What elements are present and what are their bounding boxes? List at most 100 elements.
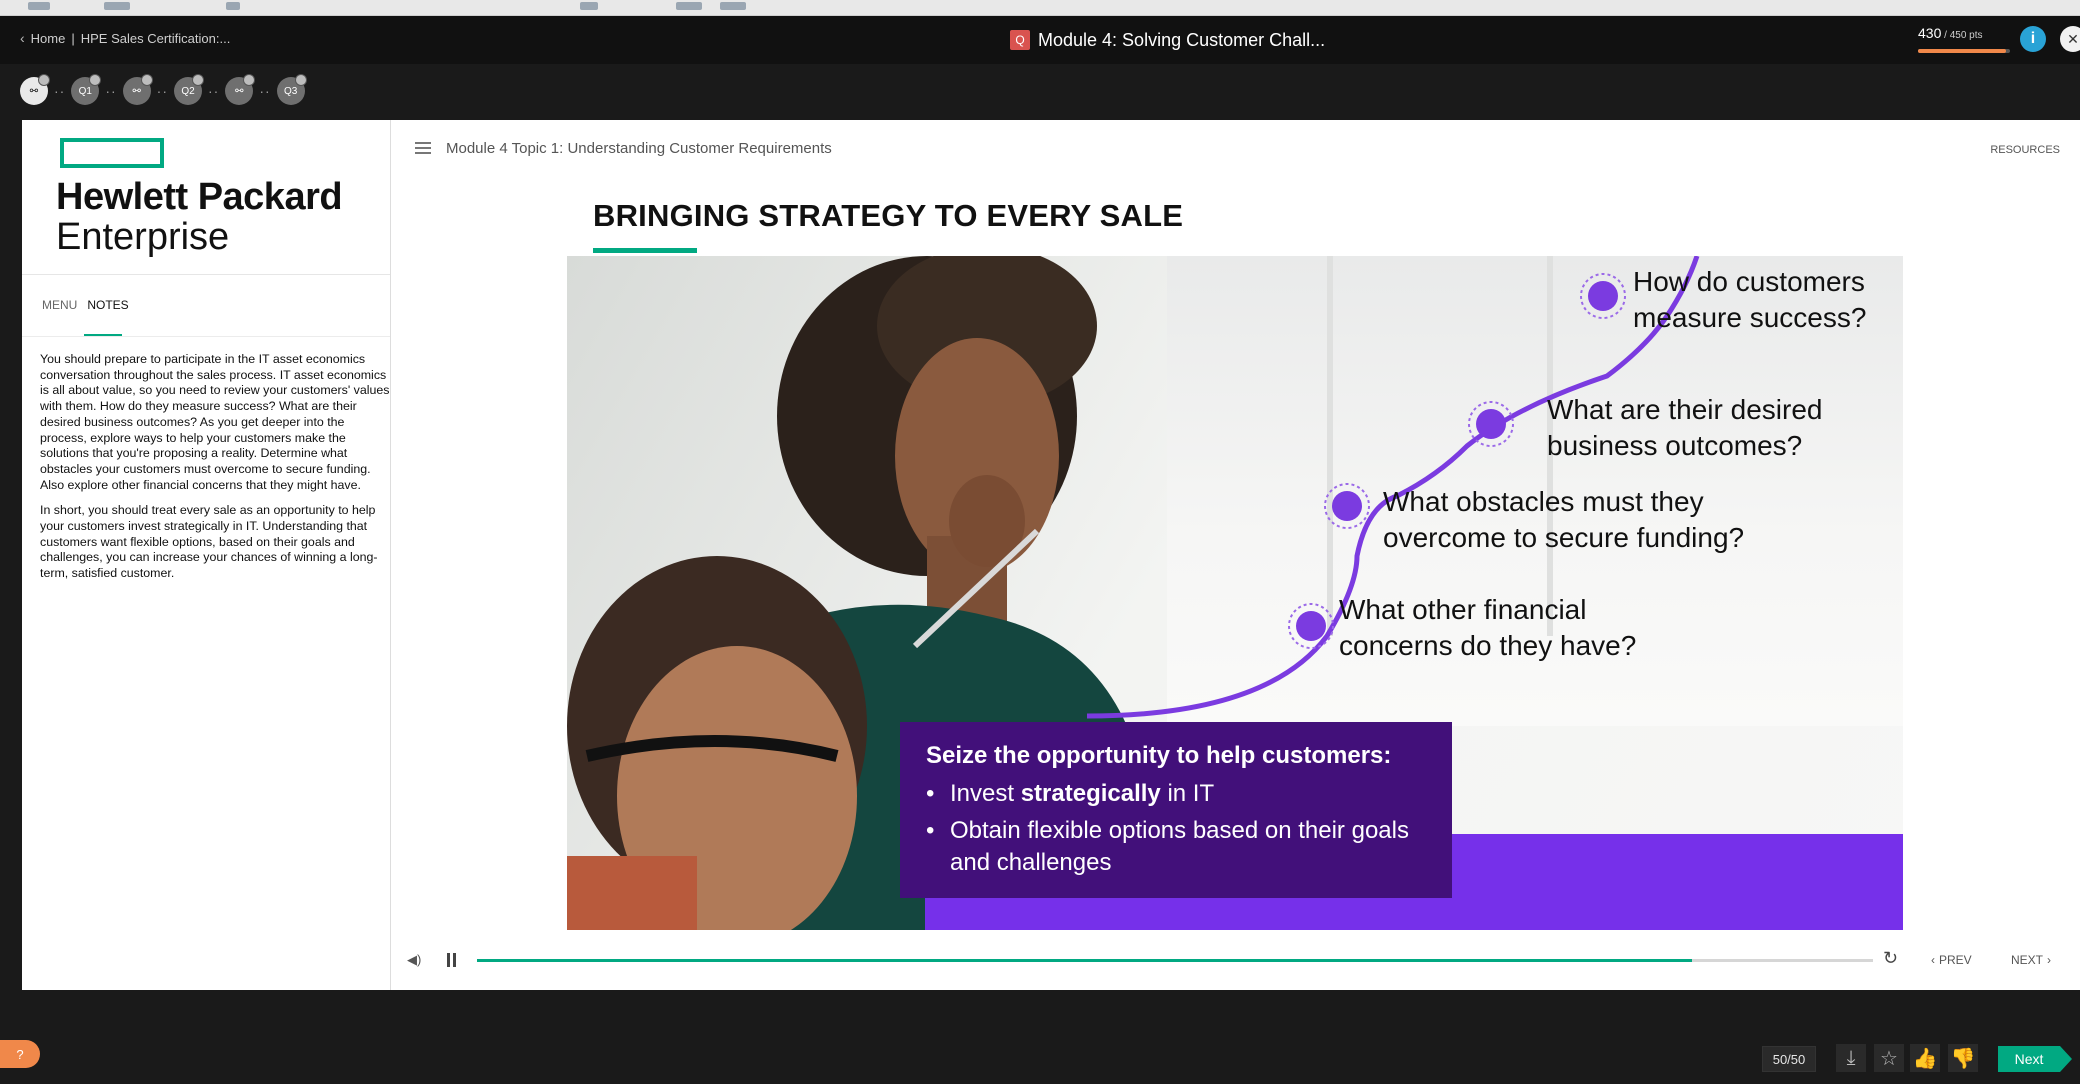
prev-label: PREV — [1939, 953, 1972, 967]
node-label: ⚯ — [235, 85, 244, 97]
hpe-logo-rectangle — [60, 138, 164, 168]
next-button[interactable]: Next — [1998, 1046, 2072, 1072]
question-line: overcome to secure funding? — [1383, 522, 1745, 553]
browser-icon[interactable] — [580, 2, 598, 10]
progress-node[interactable]: Q2 — [173, 74, 204, 105]
points-progress-bar — [1918, 49, 2010, 53]
pause-icon[interactable] — [447, 953, 459, 967]
question-3: What obstacles must they overcome to sec… — [1383, 484, 1744, 556]
question-line: What other financial — [1339, 594, 1587, 625]
progress-node[interactable]: ⚯ — [122, 74, 153, 105]
tab-menu[interactable]: MENU — [42, 298, 77, 312]
heading-underline — [593, 248, 697, 253]
playback-scrubber[interactable] — [477, 959, 1873, 962]
volume-icon[interactable]: ◀) — [407, 952, 423, 968]
thumbs-down-icon[interactable]: 👎 — [1948, 1044, 1978, 1072]
left-tabs: MENU NOTES — [42, 298, 129, 312]
prev-button[interactable]: ‹ PREV — [1931, 953, 1972, 967]
home-link[interactable]: Home — [31, 31, 66, 46]
milestone-dot — [1580, 273, 1626, 319]
progress-node[interactable]: Q3 — [276, 74, 307, 105]
points-indicator: 430 / 450 pts — [1918, 25, 2010, 53]
progress-node[interactable]: Q1 — [71, 74, 102, 105]
notes-paragraph: You should prepare to participate in the… — [40, 352, 390, 492]
course-header: ‹ Home | HPE Sales Certification:... Q M… — [0, 16, 2080, 64]
node-label: ⚯ — [132, 85, 141, 97]
notes-text: You should prepare to participate in the… — [40, 352, 390, 592]
browser-toolbar-strip — [0, 0, 2080, 16]
callout-bullet: Invest strategically in IT — [926, 778, 1452, 810]
points-progress-fill — [1918, 49, 2006, 53]
thumbs-up-icon[interactable]: 👍 — [1910, 1044, 1940, 1072]
hamburger-menu-icon[interactable] — [415, 142, 431, 154]
chat-bubble-icon[interactable]: ? — [0, 1040, 40, 1068]
module-badge: Q — [1010, 30, 1030, 50]
slide-heading: BRINGING STRATEGY TO EVERY SALE — [593, 198, 1184, 233]
question-line: What obstacles must they — [1383, 486, 1704, 517]
node-label: Q1 — [78, 85, 92, 97]
question-line: measure success? — [1633, 302, 1867, 333]
question-1: How do customers measure success? — [1633, 264, 1866, 336]
node-separator: ·· — [54, 83, 66, 99]
browser-icon[interactable] — [104, 2, 130, 10]
callout-list: Invest strategically in IT Obtain flexib… — [926, 778, 1452, 884]
notes-paragraph: In short, you should treat every sale as… — [40, 503, 378, 581]
node-label: ⚯ — [29, 85, 39, 97]
tab-notes[interactable]: NOTES — [87, 298, 128, 312]
resources-link[interactable]: RESOURCES — [1990, 144, 2060, 156]
chevron-left-icon[interactable]: ‹ — [20, 30, 25, 46]
next-slide-button[interactable]: NEXT › — [2011, 953, 2051, 967]
course-link[interactable]: HPE Sales Certification:... — [81, 31, 231, 46]
chevron-left-icon: ‹ — [1931, 953, 1935, 967]
logo-text-line1: Hewlett Packard — [56, 176, 343, 218]
chevron-right-icon: › — [2047, 953, 2052, 967]
node-separator: ·· — [207, 83, 220, 99]
slide-image: How do customers measure success? What a… — [567, 256, 1903, 930]
media-player-bar: ◀) ↻ ‹ PREV NEXT › — [391, 942, 2080, 978]
module-title-text: Module 4: Solving Customer Chall... — [1038, 29, 1326, 50]
progress-nodes: ⚯ ·· Q1 ·· ⚯ ·· Q2 ·· ⚯ ·· Q3 — [20, 74, 307, 108]
question-4: What other financial concerns do they ha… — [1339, 592, 1636, 664]
browser-icon[interactable] — [720, 2, 746, 10]
page-counter: 50/50 — [1762, 1046, 1816, 1072]
bullet-text: Invest — [950, 780, 1021, 807]
close-icon[interactable]: ✕ — [2060, 26, 2080, 52]
progress-node[interactable]: ⚯ — [20, 74, 50, 105]
replay-icon[interactable]: ↻ — [1883, 948, 1898, 969]
download-icon[interactable]: ⤓ — [1836, 1044, 1866, 1072]
bullet-text: in IT — [1160, 780, 1215, 807]
callout-title: Seize the opportunity to help customers: — [926, 742, 1392, 769]
node-separator: ·· — [105, 83, 117, 99]
browser-icon[interactable] — [676, 2, 702, 10]
node-status-dot — [140, 74, 153, 86]
callout-bullet: Obtain flexible options based on their g… — [926, 815, 1452, 879]
star-icon[interactable]: ☆ — [1874, 1044, 1904, 1072]
left-panel: Hewlett Packard Enterprise MENU NOTES Yo… — [22, 120, 391, 990]
info-icon[interactable]: i — [2020, 26, 2046, 52]
node-separator: ·· — [156, 83, 168, 99]
divider — [22, 274, 390, 275]
points-value: 430 — [1918, 25, 1942, 41]
node-label: Q2 — [181, 85, 195, 97]
question-line: concerns do they have? — [1339, 630, 1637, 661]
node-status-dot — [243, 74, 256, 86]
progress-node[interactable]: ⚯ — [225, 74, 256, 105]
next-label: NEXT — [2011, 953, 2044, 967]
content-area: Module 4 Topic 1: Understanding Customer… — [391, 120, 2080, 990]
node-label: Q3 — [283, 85, 298, 97]
playback-progress-fill — [477, 959, 1692, 962]
breadcrumb: ‹ Home | HPE Sales Certification:... — [20, 30, 230, 46]
topic-title: Module 4 Topic 1: Understanding Customer… — [446, 140, 832, 157]
browser-icon[interactable] — [28, 2, 50, 10]
breadcrumb-separator: | — [71, 30, 75, 46]
module-title: Q Module 4: Solving Customer Chall... — [1010, 26, 1325, 54]
milestone-dot — [1324, 483, 1370, 529]
browser-icon[interactable] — [226, 2, 240, 10]
question-line: business outcomes? — [1547, 430, 1803, 461]
milestone-dot — [1288, 603, 1334, 649]
question-line: How do customers — [1633, 266, 1865, 297]
points-max: / 450 pts — [1941, 30, 1983, 41]
node-status-dot — [89, 74, 102, 86]
node-status-dot — [191, 74, 204, 86]
bullet-bold-text: strategically — [1020, 780, 1161, 807]
